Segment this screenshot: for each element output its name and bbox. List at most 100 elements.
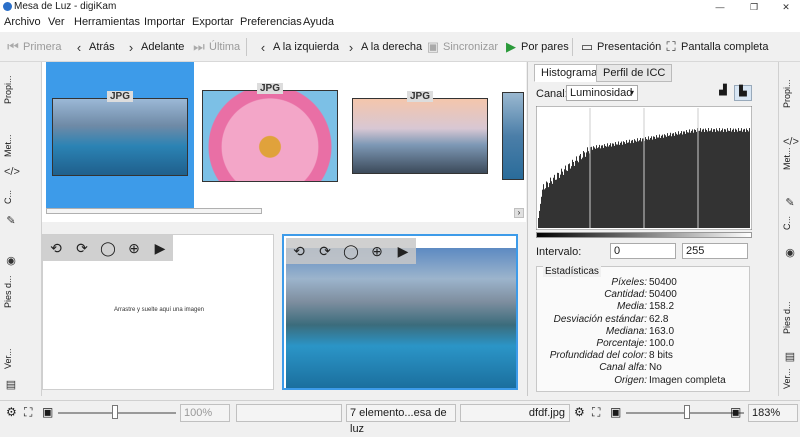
by-pairs-button[interactable]: ▶ Por pares	[504, 38, 569, 56]
interval-min-input[interactable]: 0	[610, 243, 676, 259]
menu-exportar[interactable]: Exportar	[192, 16, 234, 28]
globe-icon[interactable]: ◉	[783, 246, 797, 259]
right-zoom-select[interactable]: 183%	[748, 404, 798, 422]
right-zoom-handle[interactable]	[684, 405, 690, 419]
histogram-bar	[702, 129, 703, 228]
linear-scale-icon[interactable]: ▟	[714, 85, 732, 101]
right-tab-c[interactable]: C...	[782, 212, 798, 234]
channel-label: Canal:	[536, 88, 568, 100]
presentation-button[interactable]: ▭ Presentación	[580, 38, 661, 56]
code-icon[interactable]: </>	[4, 166, 20, 178]
tab-icc-profile[interactable]: Perfil de ICC	[596, 64, 673, 82]
menu-ver[interactable]: Ver	[48, 16, 65, 28]
thumbnail-image: JPG	[352, 91, 488, 174]
zoom-out-icon[interactable]: ▣	[610, 405, 621, 419]
tab-histogram[interactable]: Histograma	[534, 64, 605, 82]
left-zoom-select[interactable]: 100%	[180, 404, 230, 422]
versions-icon[interactable]: ▤	[4, 378, 18, 391]
interval-max-input[interactable]: 255	[682, 243, 748, 259]
histogram-bar	[724, 128, 725, 228]
thumbnail-item[interactable]	[500, 62, 524, 212]
histogram-bar	[683, 131, 684, 228]
scroll-right-arrow-icon[interactable]: ›	[514, 208, 524, 218]
menu-preferencias[interactable]: Preferencias	[240, 16, 302, 28]
thumbnail-item[interactable]: JPG	[200, 62, 340, 212]
fullscreen-button[interactable]: ⛶ Pantalla completa	[664, 38, 768, 56]
zoom-fit-icon[interactable]: ⛶	[24, 405, 32, 420]
play-icon[interactable]: ▶	[390, 243, 416, 260]
histogram-bar	[547, 182, 548, 228]
stat-value: 100.0	[649, 338, 675, 349]
back-button[interactable]: ‹ Atrás	[72, 38, 115, 56]
left-panel-gap	[22, 62, 42, 396]
left-compare-pane[interactable]: ⟲ ⟳ ◯ ⊕ ▶ Arrastre y suelte aquí una ima…	[42, 234, 274, 390]
status-bar: ⚙ ⛶ ▣ 100% 7 elemento...esa de luz dfdf.…	[0, 400, 800, 435]
histogram-bar	[718, 131, 719, 228]
left-tab-versions[interactable]: Ver...	[3, 344, 19, 374]
first-button[interactable]: ⏮ Primera	[6, 38, 61, 56]
play-icon[interactable]: ▶	[147, 240, 173, 257]
zoom-out-icon[interactable]: ▣	[42, 405, 53, 419]
add-person-icon[interactable]: ⊕	[121, 240, 147, 257]
menu-archivo[interactable]: Archivo	[4, 16, 41, 28]
right-tab-properties[interactable]: Propi...	[782, 74, 798, 114]
add-person-icon[interactable]: ⊕	[364, 243, 390, 260]
brush-icon[interactable]: ✎	[783, 196, 797, 209]
histogram-bar	[571, 166, 572, 228]
left-tab-properties[interactable]: Propi...	[3, 70, 19, 110]
histogram-bar	[584, 152, 585, 228]
histogram-bar	[592, 149, 593, 228]
fit-icon[interactable]: ⚙	[574, 405, 585, 419]
histogram-bar	[618, 141, 619, 228]
rotate-right-icon[interactable]: ⟳	[312, 243, 338, 260]
move-right-button[interactable]: › A la derecha	[344, 38, 422, 56]
right-compare-pane[interactable]: ⟲ ⟳ ◯ ⊕ ▶	[282, 234, 518, 390]
last-button[interactable]: ⏭ Última	[192, 38, 240, 56]
channel-select[interactable]: Luminosidad ▾	[566, 85, 638, 101]
minimize-button[interactable]: —	[704, 0, 736, 14]
left-tab-geo[interactable]: Pies d...	[3, 272, 19, 312]
rotate-left-icon[interactable]: ⟲	[286, 243, 312, 260]
right-pane-toolbar: ⟲ ⟳ ◯ ⊕ ▶	[286, 238, 416, 264]
move-left-button[interactable]: ‹ A la izquierda	[256, 38, 339, 56]
histogram-bar	[586, 152, 587, 228]
brush-icon[interactable]: ✎	[4, 214, 18, 227]
histogram-bar	[626, 140, 627, 228]
person-icon[interactable]: ◯	[338, 243, 364, 260]
menu-ayuda[interactable]: Ayuda	[303, 16, 334, 28]
menu-importar[interactable]: Importar	[144, 16, 185, 28]
right-tab-metadata[interactable]: Met...	[782, 144, 798, 174]
person-icon[interactable]: ◯	[95, 240, 121, 257]
histogram-bar	[671, 136, 672, 228]
rotate-left-icon[interactable]: ⟲	[43, 240, 69, 257]
log-scale-icon[interactable]: ▙	[734, 85, 752, 101]
fit-icon[interactable]: ⚙	[6, 405, 17, 419]
zoom-in-icon[interactable]: ▣	[730, 405, 741, 419]
rotate-right-icon[interactable]: ⟳	[69, 240, 95, 257]
left-tab-c[interactable]: C...	[3, 186, 19, 208]
right-tab-versions[interactable]: Ver...	[782, 366, 798, 392]
close-button[interactable]: ✕	[770, 0, 800, 14]
histogram-bar	[660, 137, 661, 228]
zoom-fit-icon[interactable]: ⛶	[592, 405, 600, 420]
sync-button[interactable]: ▣ Sincronizar	[426, 38, 498, 56]
thumbnail-scrollbar[interactable]	[46, 208, 262, 214]
histogram-bar	[544, 189, 545, 228]
presentation-icon: ▭	[580, 39, 594, 54]
jpg-badge: JPG	[256, 83, 284, 94]
right-tab-geo[interactable]: Pies d...	[782, 298, 798, 338]
interval-max-value: 255	[686, 245, 705, 257]
histogram-bar	[554, 174, 555, 228]
thumbnail-item[interactable]: JPG	[46, 62, 194, 212]
left-zoom-handle[interactable]	[112, 405, 118, 419]
histogram-bar	[712, 131, 713, 228]
thumbnail-item[interactable]: JPG	[350, 62, 490, 212]
menu-herramientas[interactable]: Herramientas	[74, 16, 140, 28]
versions-icon[interactable]: ▤	[783, 350, 797, 363]
left-tab-metadata[interactable]: Met...	[3, 130, 19, 162]
forward-button[interactable]: › Adelante	[124, 38, 185, 56]
histogram-chart	[536, 106, 752, 230]
maximize-button[interactable]: ❐	[738, 0, 770, 14]
globe-icon[interactable]: ◉	[4, 254, 18, 267]
menu-bar: Archivo Ver Herramientas Importar Export…	[0, 14, 800, 32]
